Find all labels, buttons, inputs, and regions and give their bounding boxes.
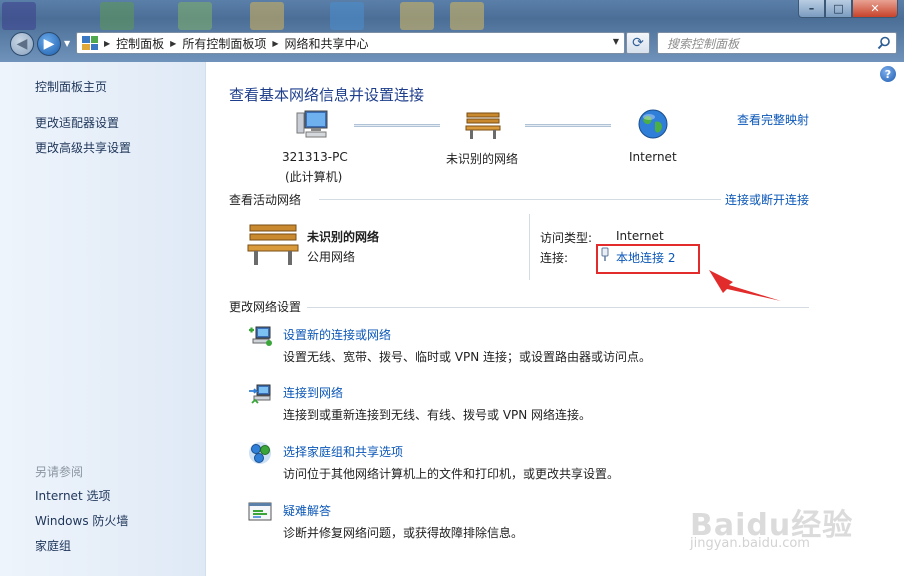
search-icon[interactable] xyxy=(877,36,891,50)
task-homegroup-link[interactable]: 选择家庭组和共享选项 xyxy=(283,443,403,460)
troubleshoot-icon xyxy=(248,502,272,521)
map-connector xyxy=(354,124,440,127)
task-troubleshoot-desc: 诊断并修复网络问题，或获得故障排除信息。 xyxy=(283,526,524,540)
forward-arrow-icon: ▶ xyxy=(43,36,55,52)
view-full-map-link[interactable]: 查看完整映射 xyxy=(737,111,809,128)
window-controls: – □ ✕ xyxy=(798,0,898,18)
sidebar-item-homegroup[interactable]: 家庭组 xyxy=(35,537,71,554)
baidu-watermark-url: jingyan.baidu.com xyxy=(690,536,810,551)
connect-disconnect-link[interactable]: 连接或断开连接 xyxy=(725,191,809,208)
back-arrow-icon: ◀ xyxy=(16,36,28,52)
task-connect-network-link[interactable]: 连接到网络 xyxy=(283,384,343,401)
control-panel-icon xyxy=(82,36,98,50)
close-button[interactable]: ✕ xyxy=(852,0,898,18)
map-network-name: 未识别的网络 xyxy=(446,152,519,166)
bench-network-icon xyxy=(465,112,501,139)
refresh-button[interactable]: ⟳ xyxy=(626,32,650,54)
main-content: ? 查看基本网络信息并设置连接 查看完整映射 321313-PC (此计算机) … xyxy=(207,62,904,576)
access-type-value: Internet xyxy=(616,229,664,243)
sidebar: 控制面板主页 更改适配器设置 更改高级共享设置 另请参阅 Internet 选项… xyxy=(0,62,206,576)
sidebar-item-windows-firewall[interactable]: Windows 防火墙 xyxy=(35,512,128,529)
active-network-name: 未识别的网络 xyxy=(307,230,380,244)
refresh-icon: ⟳ xyxy=(632,35,644,51)
address-dropdown-icon[interactable]: ▼ xyxy=(613,37,619,46)
section-divider xyxy=(319,199,721,200)
change-settings-heading: 更改网络设置 xyxy=(229,300,302,314)
background-desktop-icons xyxy=(0,0,484,32)
breadcrumb-item-control-panel[interactable]: 控制面板 xyxy=(116,35,164,52)
desktop-icon xyxy=(250,2,284,30)
sidebar-item-change-adapter-settings[interactable]: 更改适配器设置 xyxy=(35,114,119,131)
breadcrumb-item-network-center[interactable]: 网络和共享中心 xyxy=(285,35,369,52)
breadcrumb-arrow-icon[interactable]: ▶ xyxy=(170,39,176,48)
new-connection-icon xyxy=(249,326,272,346)
map-connector xyxy=(525,124,611,127)
connections-label: 连接: xyxy=(540,251,569,265)
map-computer-name: 321313-PC xyxy=(282,150,348,164)
task-troubleshoot-link[interactable]: 疑难解答 xyxy=(283,502,331,519)
see-also-heading: 另请参阅 xyxy=(35,465,84,479)
breadcrumb-arrow-icon[interactable]: ▶ xyxy=(104,39,110,48)
breadcrumb: ▶ 控制面板 ▶ 所有控制面板项 ▶ 网络和共享中心 xyxy=(104,35,369,52)
forward-button[interactable]: ▶ xyxy=(37,32,61,56)
minimize-button[interactable]: – xyxy=(798,0,825,18)
breadcrumb-arrow-icon[interactable]: ▶ xyxy=(272,39,278,48)
task-new-connection-desc: 设置无线、宽带、拨号、临时或 VPN 连接；或设置路由器或访问点。 xyxy=(283,350,652,364)
page-title: 查看基本网络信息并设置连接 xyxy=(229,86,425,104)
breadcrumb-item-all-items[interactable]: 所有控制面板项 xyxy=(182,35,266,52)
search-placeholder: 搜索控制面板 xyxy=(667,36,740,51)
map-internet-label: Internet xyxy=(629,150,677,164)
sidebar-item-control-panel-home[interactable]: 控制面板主页 xyxy=(35,78,107,95)
annotation-highlight-box xyxy=(596,244,700,274)
annotation-arrow-icon xyxy=(709,270,781,301)
task-new-connection-link[interactable]: 设置新的连接或网络 xyxy=(283,326,391,343)
desktop-icon xyxy=(330,2,364,30)
desktop-icon xyxy=(178,2,212,30)
homegroup-icon xyxy=(249,442,271,464)
task-connect-network-desc: 连接到或重新连接到无线、有线、拨号或 VPN 网络连接。 xyxy=(283,408,592,422)
desktop-icon xyxy=(450,2,484,30)
desktop-icon xyxy=(2,2,36,30)
back-button[interactable]: ◀ xyxy=(10,32,34,56)
connect-network-icon xyxy=(249,384,271,404)
desktop-icon xyxy=(100,2,134,30)
task-homegroup-desc: 访问位于其他网络计算机上的文件和打印机，或更改共享设置。 xyxy=(283,467,620,481)
help-icon[interactable]: ? xyxy=(880,66,896,82)
active-network-bench-icon xyxy=(247,224,299,265)
computer-icon xyxy=(296,110,328,138)
map-computer-sub: (此计算机) xyxy=(285,170,343,184)
active-networks-heading: 查看活动网络 xyxy=(229,193,302,207)
address-bar[interactable]: ▶ 控制面板 ▶ 所有控制面板项 ▶ 网络和共享中心 ▼ xyxy=(76,32,625,54)
maximize-button[interactable]: □ xyxy=(825,0,852,18)
desktop-icon xyxy=(400,2,434,30)
access-type-label: 访问类型: xyxy=(540,231,593,245)
vertical-divider xyxy=(529,214,530,280)
recent-pages-dropdown-icon[interactable]: ▼ xyxy=(64,39,70,48)
sidebar-item-change-advanced-sharing[interactable]: 更改高级共享设置 xyxy=(35,139,131,156)
internet-globe-icon xyxy=(638,109,668,139)
sidebar-item-internet-options[interactable]: Internet 选项 xyxy=(35,487,110,504)
search-input[interactable]: 搜索控制面板 xyxy=(657,32,897,54)
section-divider xyxy=(307,307,809,308)
active-network-type: 公用网络 xyxy=(307,250,356,264)
